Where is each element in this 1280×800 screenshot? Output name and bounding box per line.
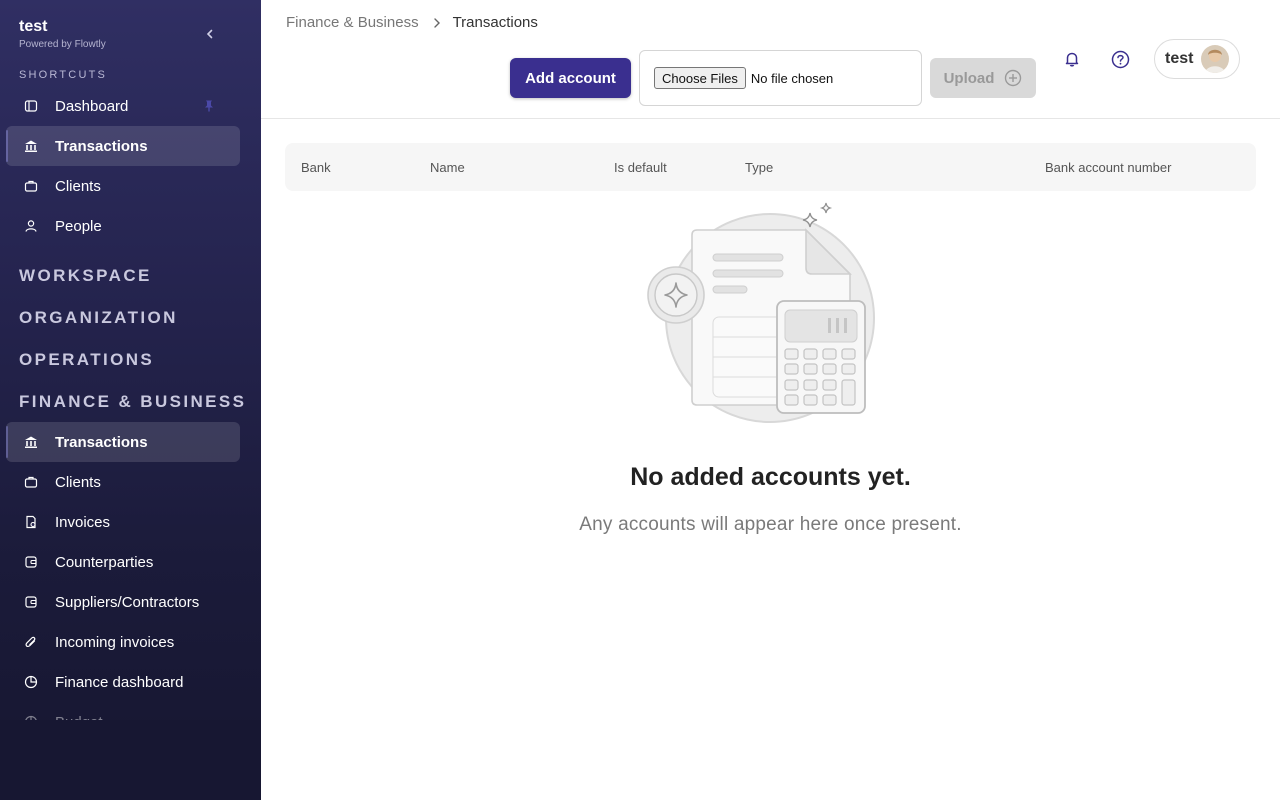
layout-icon <box>24 99 38 113</box>
choose-files-button[interactable]: Choose Files <box>654 67 746 89</box>
column-header-type[interactable]: Type <box>745 160 773 175</box>
brand: test Powered by Flowtly <box>19 18 106 50</box>
sidebar-item-label: Transactions <box>55 433 148 451</box>
collapse-sidebar-button[interactable] <box>200 24 220 44</box>
shortcut-label: People <box>55 217 102 235</box>
sidebar-item-label: Counterparties <box>55 553 154 571</box>
shortcut-transactions[interactable]: Transactions <box>6 126 240 166</box>
column-header-bank[interactable]: Bank <box>301 160 331 175</box>
user-name: test <box>1165 50 1194 67</box>
user-menu[interactable]: test <box>1154 39 1240 79</box>
invoice-icon <box>24 515 38 529</box>
wallet-icon <box>24 595 38 609</box>
sidebar-item-invoices[interactable]: Invoices <box>6 502 240 542</box>
file-input[interactable]: Choose Files No file chosen <box>639 50 922 106</box>
empty-state-subtitle: Any accounts will appear here once prese… <box>579 514 962 535</box>
breadcrumb-current: Transactions <box>452 14 538 31</box>
sidebar-item-incoming-invoices[interactable]: Incoming invoices <box>6 622 240 662</box>
sidebar-item-label: Finance dashboard <box>55 673 184 691</box>
upload-button[interactable]: Upload <box>930 58 1036 98</box>
empty-state-title: No added accounts yet. <box>630 463 911 491</box>
header-divider <box>261 118 1280 119</box>
bank-icon <box>24 435 38 449</box>
sidebar-item-finance-dashboard[interactable]: Finance dashboard <box>6 662 240 702</box>
bank-icon <box>24 139 38 153</box>
breadcrumb: Finance & Business Transactions <box>286 14 538 31</box>
shortcuts-heading: SHORTCUTS <box>19 69 108 81</box>
chevron-right-icon <box>433 17 441 28</box>
sidebar-item-label: Invoices <box>55 513 111 531</box>
section-finance-business[interactable]: FINANCE & BUSINESS <box>19 392 246 412</box>
shortcut-clients[interactable]: Clients <box>6 166 240 206</box>
briefcase-icon <box>24 475 38 489</box>
column-header-name[interactable]: Name <box>430 160 465 175</box>
paperclip-icon <box>24 635 38 649</box>
wallet-icon <box>24 555 38 569</box>
sidebar-item-counterparties[interactable]: Counterparties <box>6 542 240 582</box>
shortcut-label: Dashboard <box>55 97 129 115</box>
sidebar-item-label: Clients <box>55 473 101 491</box>
shortcut-label: Clients <box>55 177 101 195</box>
chevron-left-icon <box>206 29 213 39</box>
add-account-button[interactable]: Add account <box>510 58 631 98</box>
column-header-bank-account-number[interactable]: Bank account number <box>1045 160 1171 175</box>
help-icon <box>1111 50 1129 68</box>
sidebar-item-transactions[interactable]: Transactions <box>6 422 240 462</box>
sidebar-item-suppliers-contractors[interactable]: Suppliers/Contractors <box>6 582 240 622</box>
avatar <box>1201 45 1229 73</box>
sidebar-item-label: Incoming invoices <box>55 633 175 651</box>
pin-icon[interactable] <box>202 99 216 113</box>
column-header-is-default[interactable]: Is default <box>614 160 667 175</box>
pie-chart-icon <box>24 675 38 689</box>
upload-label: Upload <box>943 69 995 87</box>
shortcut-dashboard[interactable]: Dashboard <box>6 86 240 126</box>
section-workspace[interactable]: WORKSPACE <box>19 266 152 286</box>
shortcut-people[interactable]: People <box>6 206 240 246</box>
file-status: No file chosen <box>750 70 834 86</box>
plus-circle-icon <box>1005 69 1022 87</box>
bell-icon <box>1065 52 1079 67</box>
sidebar-item-label: Suppliers/Contractors <box>55 593 200 611</box>
breadcrumb-parent[interactable]: Finance & Business <box>286 14 419 31</box>
user-icon <box>24 219 38 233</box>
section-operations[interactable]: OPERATIONS <box>19 350 154 370</box>
help-button[interactable] <box>1110 49 1130 69</box>
table-header: Bank Name Is default Type Bank account n… <box>285 143 1256 191</box>
empty-state-illustration <box>640 200 885 430</box>
notifications-button[interactable] <box>1062 49 1082 69</box>
sidebar-footer-fade <box>0 720 261 800</box>
sidebar: test Powered by Flowtly SHORTCUTS Dashbo… <box>0 0 261 800</box>
shortcut-label: Transactions <box>55 137 148 155</box>
brand-title: test <box>19 18 48 35</box>
brand-subtitle: Powered by Flowtly <box>19 39 106 50</box>
sidebar-item-clients[interactable]: Clients <box>6 462 240 502</box>
briefcase-icon <box>24 179 38 193</box>
section-organization[interactable]: ORGANIZATION <box>19 308 178 328</box>
